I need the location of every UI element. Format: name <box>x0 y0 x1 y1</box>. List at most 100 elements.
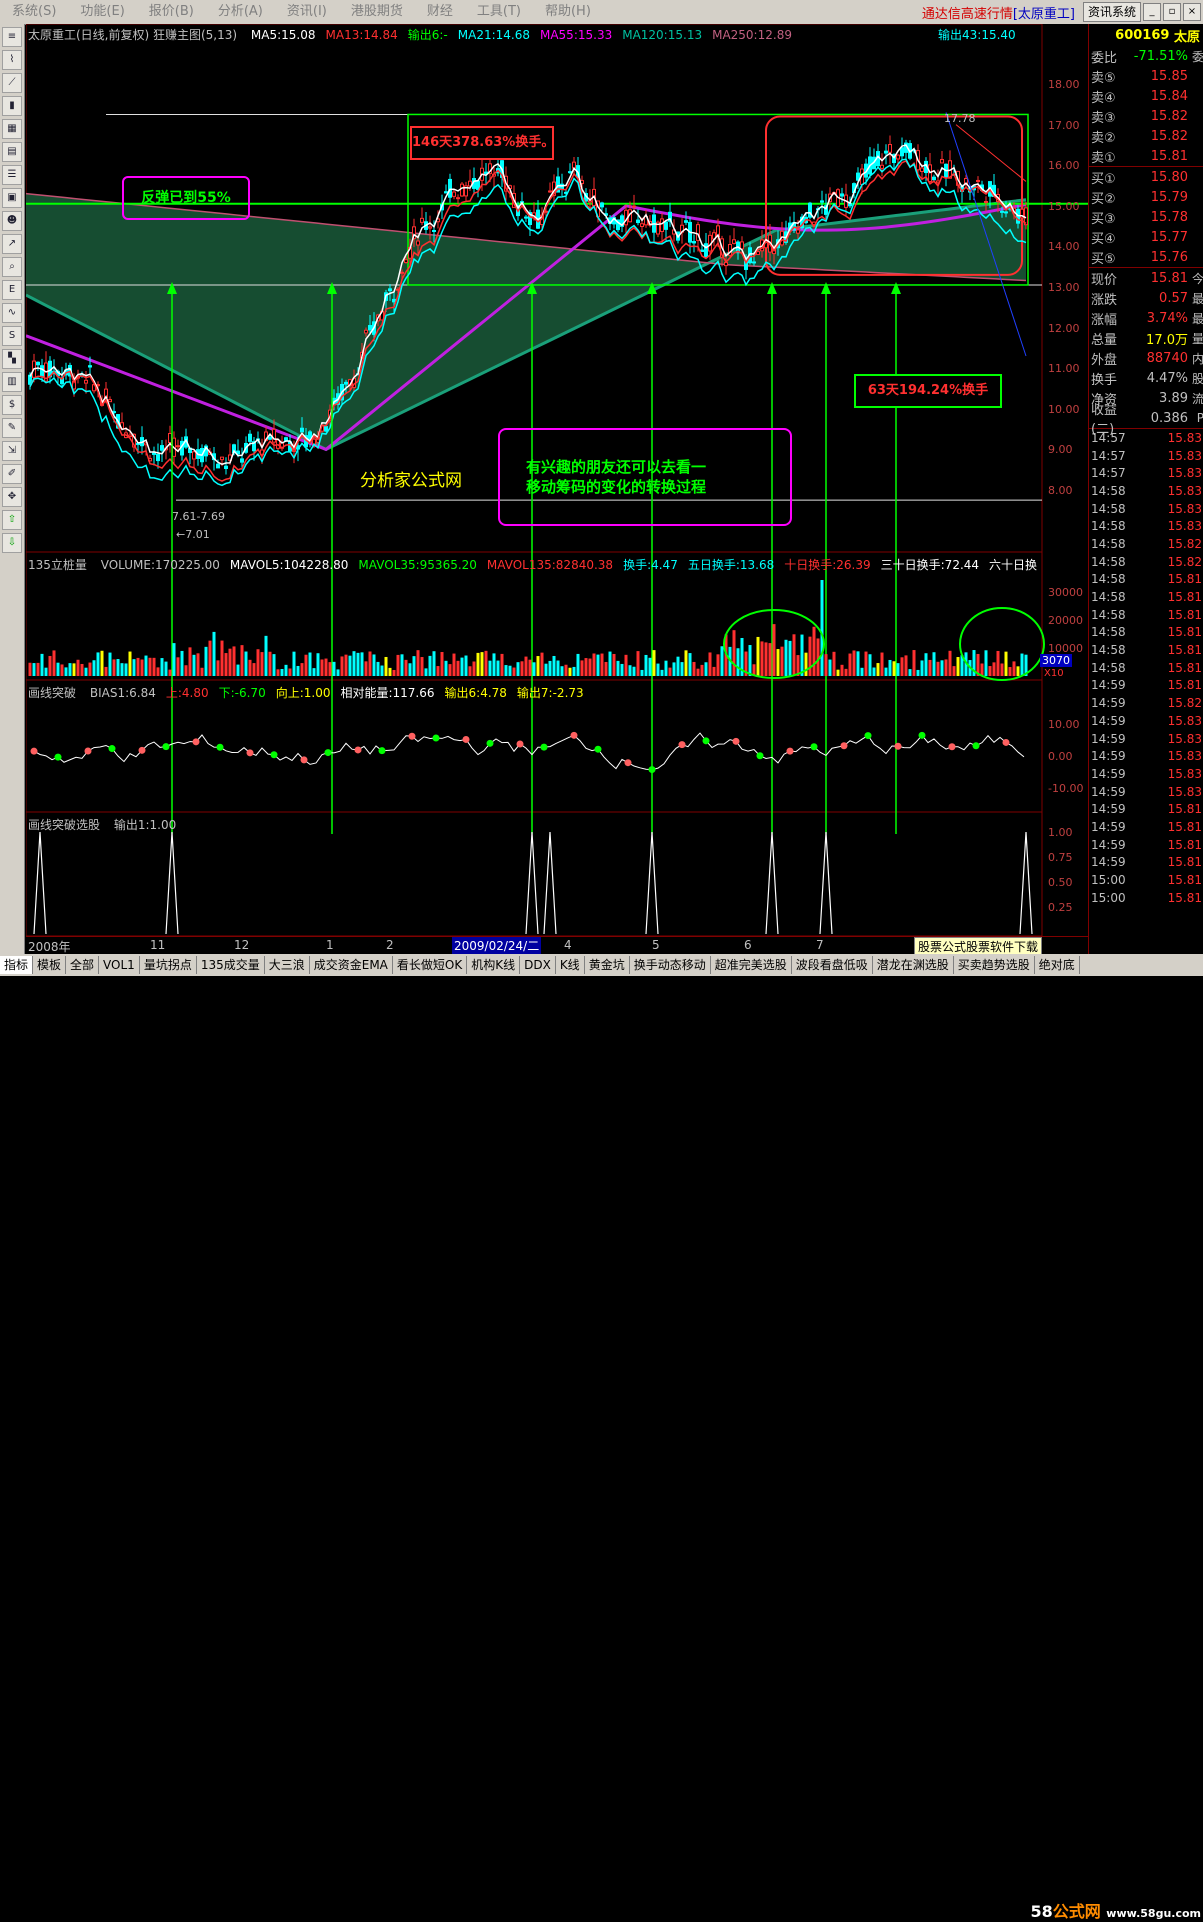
tip-line-2: 移动筹码的变化的转换过程 <box>526 478 707 496</box>
import-icon[interactable]: ⇲ <box>2 441 22 461</box>
wrench-icon[interactable]: ✎ <box>2 418 22 438</box>
brand-label: 通达信高速行情[太原重工] <box>921 6 1075 22</box>
candle-chart-icon[interactable]: ▮ <box>2 96 22 116</box>
restore-icon[interactable]: ▫ <box>1163 3 1181 21</box>
select-spike <box>819 831 833 935</box>
formula-tab[interactable]: 成交资金EMA <box>310 956 393 974</box>
tick-row: 14:58 15.82 <box>1089 535 1203 553</box>
volume-bar <box>940 660 944 676</box>
menu-help[interactable]: 帮助(H) <box>533 0 603 24</box>
formula-tab[interactable]: 指标 <box>0 956 34 974</box>
tick-price: 15.83 <box>1167 749 1202 764</box>
quote-label: 买② <box>1091 191 1116 207</box>
volume-bar <box>200 667 204 676</box>
people-icon[interactable]: ☻ <box>2 211 22 231</box>
volume-bar <box>836 669 840 676</box>
close-icon[interactable]: × <box>1183 3 1201 21</box>
menu-function[interactable]: 功能(E) <box>68 0 136 24</box>
menu-hk-futures[interactable]: 港股期货 <box>339 0 415 24</box>
formula-tab[interactable]: 135成交量 <box>197 956 265 974</box>
formula-tab[interactable]: 看长做短OK <box>393 956 468 974</box>
grid-icon[interactable]: ▚ <box>2 349 22 369</box>
menu-analysis[interactable]: 分析(A) <box>206 0 275 24</box>
formula-tab[interactable]: DDX <box>520 956 556 974</box>
select-spike <box>165 831 179 935</box>
menu-finance[interactable]: 财经 <box>415 0 465 24</box>
candle-body <box>224 465 228 469</box>
formula-tab[interactable]: 量坑拐点 <box>140 956 197 974</box>
arrow-up-icon[interactable]: ⇧ <box>2 510 22 530</box>
tick-row: 14:58 15.81 <box>1089 588 1203 606</box>
formula-tab[interactable]: 模板 <box>33 956 67 974</box>
formula-tab[interactable]: 黄金坑 <box>585 956 630 974</box>
tick-time: 14:58 <box>1091 501 1126 516</box>
minimize-icon[interactable]: _ <box>1143 3 1161 21</box>
candle-body <box>476 180 480 190</box>
tick-time: 15:00 <box>1091 890 1126 905</box>
formula-tab[interactable]: 绝对底 <box>1035 956 1080 974</box>
list-icon[interactable]: ▥ <box>2 372 22 392</box>
wave-icon[interactable]: ∿ <box>2 303 22 323</box>
volume-bar <box>204 646 208 676</box>
menu-tools[interactable]: 工具(T) <box>465 0 533 24</box>
volume-bar <box>1020 653 1024 676</box>
formula-tab[interactable]: 全部 <box>66 956 100 974</box>
formula-tab[interactable]: 换手动态移动 <box>630 956 711 974</box>
tick-price: 15.83 <box>1167 448 1202 463</box>
search-icon[interactable]: ⌕ <box>2 257 22 277</box>
formula-tab[interactable]: 机构K线 <box>467 956 521 974</box>
tick-price: 15.83 <box>1167 430 1202 445</box>
formula-tab[interactable]: 波段看盘低吸 <box>792 956 873 974</box>
table-icon[interactable]: ▦ <box>2 119 22 139</box>
pencil-icon[interactable]: ✐ <box>2 464 22 484</box>
volume-unit: X10 <box>1044 668 1064 679</box>
bias-down-marker <box>702 737 710 745</box>
formula-tab[interactable]: 大三浪 <box>265 956 310 974</box>
month-4: 4 <box>564 938 572 952</box>
chart-up-icon[interactable]: ↗ <box>2 234 22 254</box>
formula-tab[interactable]: 潜龙在渊选股 <box>873 956 954 974</box>
candle-body <box>240 458 244 463</box>
tick-time: 14:58 <box>1091 519 1126 534</box>
news-icon[interactable]: ☰ <box>2 165 22 185</box>
tick-row: 14:59 15.81 <box>1089 836 1203 854</box>
volume-bar <box>808 636 812 676</box>
formula-tab[interactable]: 买卖趋势选股 <box>954 956 1035 974</box>
menu-system[interactable]: 系统(S) <box>0 0 68 24</box>
volume-bar <box>776 649 780 676</box>
menu-quote[interactable]: 报价(B) <box>137 0 206 24</box>
line-chart-icon[interactable]: ⟋ <box>2 73 22 93</box>
folder-icon[interactable]: ▣ <box>2 188 22 208</box>
quote-row: 买④ 15.77 <box>1089 227 1203 247</box>
quote-list-icon[interactable]: ≡ <box>2 27 22 47</box>
arrow-down-icon[interactable]: ⇩ <box>2 533 22 553</box>
formula-tab[interactable]: K线 <box>556 956 585 974</box>
tick-price: 15.81 <box>1167 802 1202 817</box>
signal-icon[interactable]: S <box>2 326 22 346</box>
bias-up-marker <box>192 738 200 746</box>
volume-bar <box>984 650 988 676</box>
volume-bar <box>208 640 212 676</box>
report-icon[interactable]: ▤ <box>2 142 22 162</box>
minute-chart-icon[interactable]: ⌇ <box>2 50 22 70</box>
bias-down-marker <box>108 745 116 753</box>
volume-bar <box>336 669 340 676</box>
dollar-icon[interactable]: $ <box>2 395 22 415</box>
volume-bar <box>852 650 856 676</box>
candle-body <box>752 261 756 264</box>
bias-down-marker <box>810 743 818 751</box>
formula-tab[interactable]: 超准完美选股 <box>711 956 792 974</box>
tick-row: 15:00 15.81 <box>1089 871 1203 889</box>
volume-bar <box>464 655 468 676</box>
chart-area[interactable]: 太原重工(日线,前复权) 狂赚主图(5,13) MA5:15.08 MA13:14… <box>26 24 1088 954</box>
month-2: 2 <box>386 938 394 952</box>
quote-row: 涨跌 0.57 最 <box>1089 288 1203 308</box>
formula-tab[interactable]: VOL1 <box>99 956 140 974</box>
info-system-button[interactable]: 资讯系统 <box>1082 2 1141 22</box>
menu-info[interactable]: 资讯(I) <box>275 0 339 24</box>
volume-bar <box>932 652 936 676</box>
bias-up-marker <box>1002 738 1010 746</box>
left-toolbar: ≡ ⌇ ⟋ ▮ ▦ ▤ ☰ ▣ ☻ ↗ ⌕ E ∿ S ▚ ▥ $ ✎ ⇲ ✐ … <box>0 24 25 954</box>
exit-icon[interactable]: E <box>2 280 22 300</box>
move-icon[interactable]: ✥ <box>2 487 22 507</box>
